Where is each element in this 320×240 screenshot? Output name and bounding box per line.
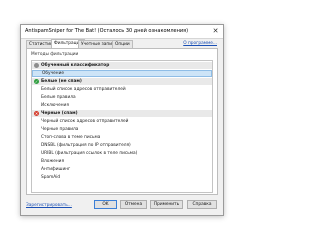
about-program-link[interactable]: О программе... xyxy=(183,40,217,47)
list-item-label: Стоп-слова в теме письма xyxy=(41,135,101,140)
list-item-antiphishing[interactable]: Антифишинг xyxy=(32,166,212,173)
list-item-label: Исключения xyxy=(41,103,69,108)
group-label: Черные (спам) xyxy=(41,111,78,116)
filtering-panel: Методы фильтрации Обученный классификато… xyxy=(26,48,218,195)
list-item-spamaid[interactable]: SpamAid xyxy=(32,174,212,181)
settings-dialog: AntispamSniper for The Bat! (Осталось 30… xyxy=(20,24,224,216)
list-item-label: Антифишинг xyxy=(41,167,71,172)
list-item-black-rules[interactable]: Черные правила xyxy=(32,126,212,133)
list-item-label: Обучение xyxy=(42,71,65,76)
group-label: Белые (не спам) xyxy=(41,79,82,84)
list-item-blacklist-senders[interactable]: Черный список адресов отправителей xyxy=(32,118,212,125)
block-icon: ✕ xyxy=(34,111,39,116)
list-item-training[interactable]: Обучение xyxy=(32,70,212,77)
close-icon[interactable]: ✕ xyxy=(211,27,220,35)
group-white[interactable]: ✓ Белые (не спам) xyxy=(32,78,212,85)
list-item-whitelist-senders[interactable]: Белый список адресов отправителей xyxy=(32,86,212,93)
cancel-button[interactable]: Отмена xyxy=(120,200,147,209)
list-item-stop-words[interactable]: Стоп-слова в теме письма xyxy=(32,134,212,141)
help-button[interactable]: Справка xyxy=(187,200,217,209)
ok-button[interactable]: OK xyxy=(94,200,117,209)
group-trained-classifier[interactable]: Обученный классификатор xyxy=(32,62,212,69)
filter-methods-list: Обученный классификатор Обучение ✓ Белые… xyxy=(31,60,213,193)
title-bar[interactable]: AntispamSniper for The Bat! (Осталось 30… xyxy=(21,25,223,39)
list-item-white-rules[interactable]: Белые правила xyxy=(32,94,212,101)
list-item-dnsbl[interactable]: DNSBL (фильтрация по IP отправителя) xyxy=(32,142,212,149)
list-item-uribl[interactable]: URIBL (фильтрация ссылок в теле письма) xyxy=(32,150,212,157)
check-icon: ✓ xyxy=(34,79,39,84)
list-item-label: Вложения xyxy=(41,159,65,164)
window-title: AntispamSniper for The Bat! (Осталось 30… xyxy=(25,28,189,34)
register-link[interactable]: Зарегистрировать... xyxy=(26,202,72,209)
apply-button[interactable]: Применить xyxy=(150,200,183,209)
list-item-attachments[interactable]: Вложения xyxy=(32,158,212,165)
list-item-label: URIBL (фильтрация ссылок в теле письма) xyxy=(41,151,138,156)
group-label: Обученный классификатор xyxy=(41,63,110,68)
group-black[interactable]: ✕ Черные (спам) xyxy=(32,110,212,117)
list-item-label: Черные правила xyxy=(41,127,79,132)
tab-options[interactable]: Опции xyxy=(112,40,133,48)
classifier-icon xyxy=(34,63,39,68)
list-item-label: Белые правила xyxy=(41,95,76,100)
list-item-label: DNSBL (фильтрация по IP отправителя) xyxy=(41,143,131,148)
list-item-label: Черный список адресов отправителей xyxy=(41,119,129,124)
list-item-label: Белый список адресов отправителей xyxy=(41,87,126,92)
filter-methods-label: Методы фильтрации xyxy=(31,52,79,57)
list-item-label: SpamAid xyxy=(41,175,61,180)
list-item-exceptions[interactable]: Исключения xyxy=(32,102,212,109)
